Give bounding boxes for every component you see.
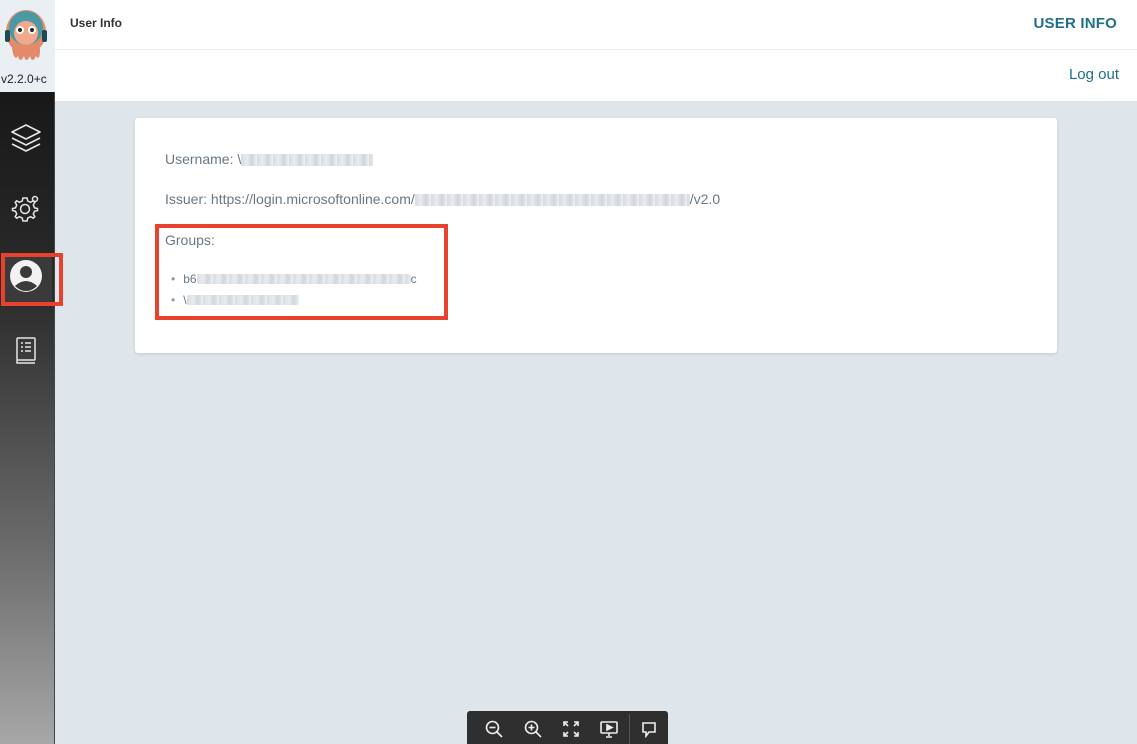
- zoom-in-icon: [524, 720, 542, 738]
- user-info-card: Username: \ Issuer: https://login.micros…: [135, 118, 1057, 353]
- zoom-out-icon: [485, 720, 503, 738]
- argo-logo-icon: [5, 10, 47, 60]
- issuer-label: Issuer:: [165, 191, 208, 207]
- list-item: b6 c: [171, 268, 417, 289]
- layers-icon: [11, 124, 41, 152]
- sidebar: v2.2.0+c: [0, 0, 63, 744]
- comment-button[interactable]: [630, 711, 668, 744]
- version-label: v2.2.0+c: [1, 72, 47, 86]
- sidebar-item-settings[interactable]: [6, 188, 46, 228]
- page-title: User Info: [70, 16, 123, 30]
- username-label: Username:: [165, 151, 234, 167]
- fit-screen-icon: [563, 721, 579, 737]
- present-icon: [600, 721, 619, 738]
- sidebar-item-documentation[interactable]: [6, 330, 46, 370]
- bottom-toolbar: [467, 711, 668, 744]
- issuer-url-suffix: /v2.0: [689, 191, 721, 207]
- sidebar-item-applications[interactable]: [6, 118, 46, 158]
- action-bar: Log out: [55, 50, 1137, 101]
- issuer-url-prefix: https://login.microsoftonline.com/: [210, 191, 415, 207]
- username-redacted: [241, 154, 374, 167]
- book-icon: [16, 337, 36, 364]
- groups-label: Groups:: [165, 232, 215, 248]
- group-redacted: [196, 273, 411, 284]
- logo-area: v2.2.0+c: [0, 0, 55, 92]
- comment-icon: [641, 722, 656, 738]
- group-prefix: b6: [183, 271, 197, 286]
- zoom-in-button[interactable]: [513, 711, 551, 744]
- active-item-highlight: [1, 253, 63, 306]
- top-bar: User Info USER INFO: [55, 0, 1137, 50]
- issuer-row: Issuer: https://login.microsoftonline.co…: [165, 191, 720, 207]
- groups-list: b6 c \: [171, 268, 417, 310]
- group-redacted: [186, 294, 299, 305]
- logout-link[interactable]: Log out: [1069, 66, 1119, 83]
- list-item: \: [171, 289, 417, 310]
- zoom-out-button[interactable]: [475, 711, 513, 744]
- gear-icon: [11, 195, 39, 222]
- group-suffix: c: [410, 271, 417, 286]
- fit-screen-button[interactable]: [552, 711, 590, 744]
- page-heading: USER INFO: [1033, 15, 1117, 32]
- username-row: Username: \: [165, 151, 374, 167]
- present-button[interactable]: [590, 711, 628, 744]
- issuer-redacted: [414, 194, 690, 207]
